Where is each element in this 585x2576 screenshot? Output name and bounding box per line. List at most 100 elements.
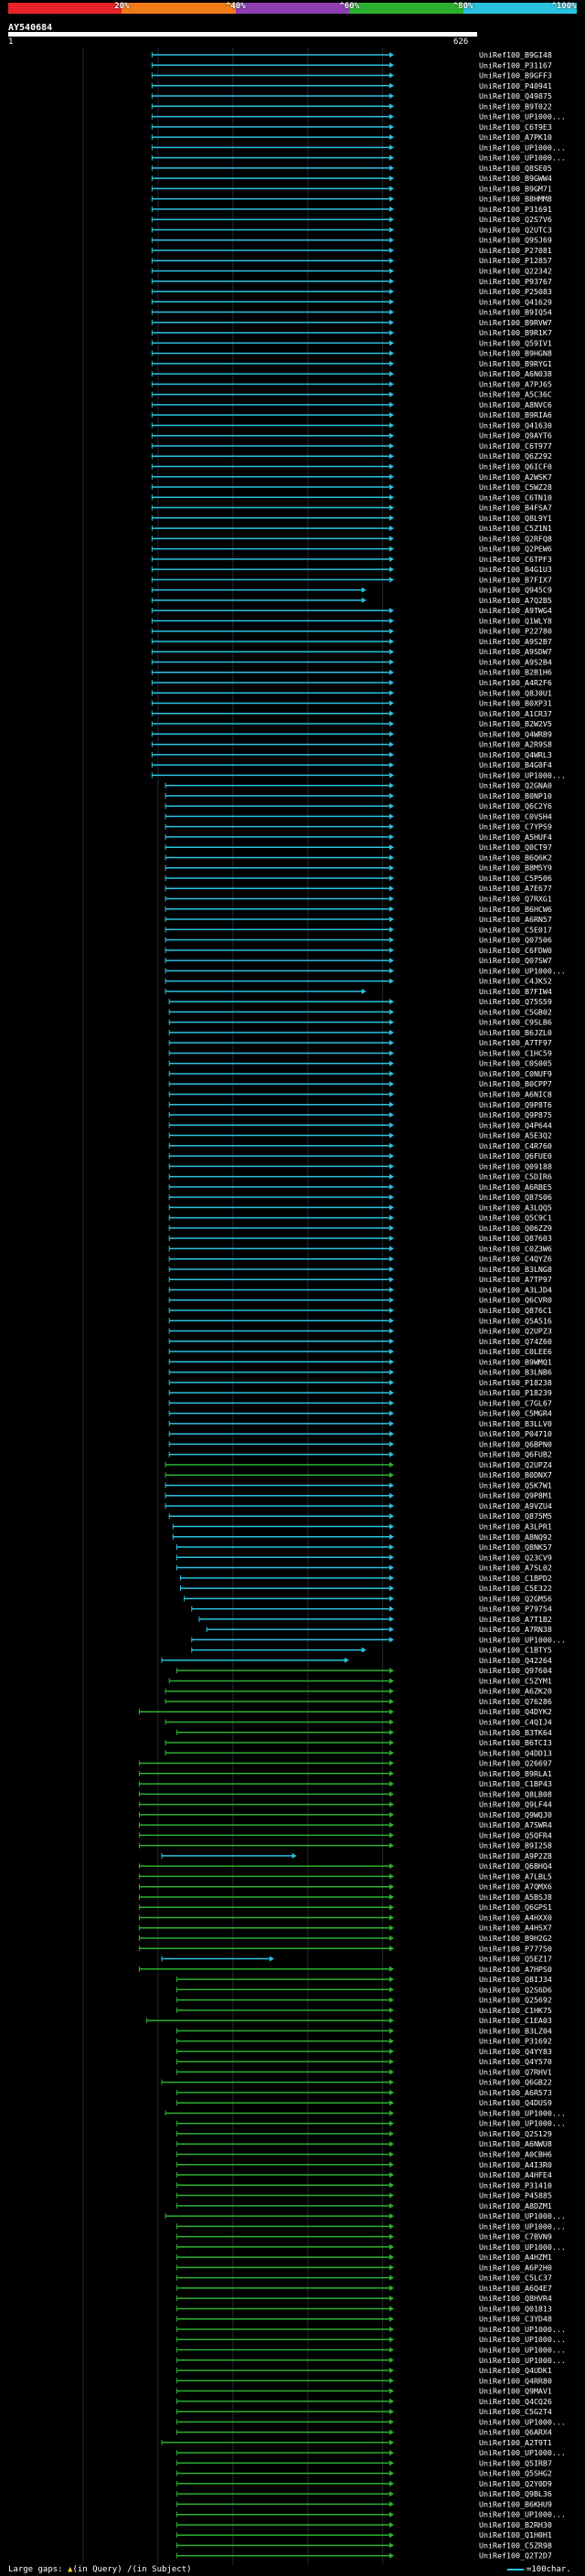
hit-row[interactable]: UniRef100_A7RN38: [206, 1625, 552, 1634]
hit-label[interactable]: UniRef100_P40941: [479, 81, 552, 90]
hit-label[interactable]: UniRef100_A3LPR1: [479, 1522, 552, 1532]
hit-label[interactable]: UniRef100_B0DNX7: [479, 1470, 552, 1479]
hit-label[interactable]: UniRef100_P31692: [479, 2037, 552, 2046]
hit-label[interactable]: UniRef100_A7SWR4: [479, 1820, 552, 1829]
hit-label[interactable]: UniRef100_Q9P875: [479, 1110, 552, 1119]
hit-label[interactable]: UniRef100_P93767: [479, 277, 552, 286]
hit-label[interactable]: UniRef100_C5G2T4: [479, 2407, 552, 2416]
hit-label[interactable]: UniRef100_C7YPS9: [479, 822, 552, 832]
hit-row[interactable]: UniRef100_Q2UTC3: [151, 225, 552, 234]
hit-row[interactable]: UniRef100_Q9WQJ0: [138, 1810, 552, 1819]
hit-row[interactable]: UniRef100_B9WMQ1: [168, 1357, 552, 1366]
hit-row[interactable]: UniRef100_A7PJ65: [151, 379, 552, 388]
hit-label[interactable]: UniRef100_UP1000...: [479, 2345, 566, 2354]
hit-label[interactable]: UniRef100_A4HFE4: [479, 2170, 552, 2179]
hit-row[interactable]: UniRef100_B9H2G2: [138, 1934, 552, 1943]
hit-row[interactable]: UniRef100_P93767: [151, 277, 552, 286]
hit-row[interactable]: UniRef100_B0CPP7: [168, 1079, 552, 1088]
hit-row[interactable]: UniRef100_Q8J0U1: [151, 688, 552, 697]
hit-row[interactable]: UniRef100_C6TPF3: [151, 555, 552, 564]
hit-row[interactable]: UniRef100_B7FIX7: [151, 575, 552, 584]
hit-row[interactable]: UniRef100_A4HSX7: [138, 1924, 552, 1933]
hit-row[interactable]: UniRef100_Q2RFQ8: [151, 534, 552, 543]
hit-row[interactable]: UniRef100_Q9P875: [168, 1110, 552, 1119]
hit-row[interactable]: UniRef100_UP1000...: [176, 2221, 566, 2231]
hit-row[interactable]: UniRef100_Q41630: [151, 420, 552, 429]
hit-row[interactable]: UniRef100_C5GB02: [168, 1007, 552, 1016]
hit-row[interactable]: UniRef100_A7PK10: [151, 133, 552, 142]
hit-label[interactable]: UniRef100_Q4Y570: [479, 2057, 552, 2066]
hit-row[interactable]: UniRef100_C5Z1N1: [151, 524, 552, 533]
hit-label[interactable]: UniRef100_Q2RFQ8: [479, 534, 552, 543]
hit-row[interactable]: UniRef100_P18238: [168, 1378, 552, 1387]
hit-label[interactable]: UniRef100_P31167: [479, 60, 552, 69]
hit-label[interactable]: UniRef100_Q9LF44: [479, 1800, 552, 1809]
hit-label[interactable]: UniRef100_A4HZM1: [479, 2253, 552, 2262]
hit-label[interactable]: UniRef100_A2R9S8: [479, 740, 552, 749]
hit-row[interactable]: UniRef100_C9SLB6: [168, 1018, 552, 1027]
hit-label[interactable]: UniRef100_Q76286: [479, 1697, 552, 1706]
hit-row[interactable]: UniRef100_P12857: [151, 256, 552, 265]
hit-row[interactable]: UniRef100_B3LLV0: [168, 1419, 552, 1428]
hit-row[interactable]: UniRef100_Q5EZ17: [161, 1955, 552, 1964]
hit-row[interactable]: UniRef100_A9VZU4: [165, 1501, 552, 1511]
hit-row[interactable]: UniRef100_Q2S7V6: [151, 215, 552, 224]
hit-label[interactable]: UniRef100_C5GB02: [479, 1007, 552, 1016]
hit-row[interactable]: UniRef100_A4R2F6: [151, 678, 552, 687]
hit-row[interactable]: UniRef100_A9TWG4: [151, 606, 552, 615]
hit-row[interactable]: UniRef100_UP1000...: [176, 2335, 566, 2344]
hit-label[interactable]: UniRef100_Q2UPZ3: [479, 1327, 552, 1336]
hit-row[interactable]: UniRef100_Q1WLY8: [151, 616, 552, 625]
hit-label[interactable]: UniRef100_Q5IRB7: [479, 2458, 552, 2467]
hit-row[interactable]: UniRef100_Q2GM56: [184, 1594, 552, 1603]
hit-row[interactable]: UniRef100_UP1000...: [176, 2119, 566, 2128]
hit-label[interactable]: UniRef100_C1BTY5: [479, 1646, 552, 1655]
hit-row[interactable]: UniRef100_Q6ICF0: [151, 461, 552, 471]
hit-label[interactable]: UniRef100_UP1000...: [479, 112, 566, 122]
hit-row[interactable]: UniRef100_Q6GPS1: [138, 1903, 552, 1912]
hit-label[interactable]: UniRef100_B4FSA7: [479, 504, 552, 513]
hit-row[interactable]: UniRef100_Q876C1: [168, 1306, 552, 1315]
hit-label[interactable]: UniRef100_A7Q2B5: [479, 596, 552, 605]
hit-label[interactable]: UniRef100_UP1000...: [479, 2242, 566, 2252]
hit-label[interactable]: UniRef100_Q7RXG1: [479, 895, 552, 904]
hit-label[interactable]: UniRef100_A0CBH6: [479, 2150, 552, 2159]
hit-label[interactable]: UniRef100_C4JK52: [479, 977, 552, 986]
hit-row[interactable]: UniRef100_UP1000...: [165, 966, 566, 975]
hit-label[interactable]: UniRef100_C5WZ28: [479, 482, 552, 492]
hit-label[interactable]: UniRef100_A5HUF4: [479, 832, 552, 842]
hit-row[interactable]: UniRef100_B4FSA7: [151, 504, 552, 513]
hit-row[interactable]: UniRef100_Q8SE05: [151, 164, 552, 173]
hit-row[interactable]: UniRef100_P79754: [191, 1605, 552, 1614]
hit-row[interactable]: UniRef100_A2T9T1: [161, 2438, 552, 2447]
hit-label[interactable]: UniRef100_UP1000...: [479, 1635, 566, 1644]
hit-label[interactable]: UniRef100_Q8SE05: [479, 164, 552, 173]
hit-label[interactable]: UniRef100_C1EA03: [479, 2016, 552, 2025]
hit-row[interactable]: UniRef100_B9GI48: [151, 50, 552, 59]
hit-label[interactable]: UniRef100_B9H2G2: [479, 1934, 552, 1943]
hit-label[interactable]: UniRef100_A6RN57: [479, 915, 552, 924]
hit-label[interactable]: UniRef100_Q87S06: [479, 1193, 552, 1202]
hit-label[interactable]: UniRef100_C0S005: [479, 1059, 552, 1068]
hit-label[interactable]: UniRef100_Q875M5: [479, 1511, 552, 1521]
hit-label[interactable]: UniRef100_B6KHU9: [479, 2499, 552, 2508]
hit-label[interactable]: UniRef100_UP1000...: [479, 2448, 566, 2457]
hit-row[interactable]: UniRef100_Q9LF44: [138, 1800, 552, 1809]
hit-row[interactable]: UniRef100_Q2PEW6: [151, 545, 552, 554]
hit-row[interactable]: UniRef100_Q41629: [151, 297, 552, 306]
hit-row[interactable]: UniRef100_UP1000...: [151, 112, 566, 122]
hit-label[interactable]: UniRef100_Q06ZZ9: [479, 1224, 552, 1233]
hit-label[interactable]: UniRef100_C1HK75: [479, 2006, 552, 2015]
hit-label[interactable]: UniRef100_Q6FUB2: [479, 1450, 552, 1459]
hit-label[interactable]: UniRef100_Q22342: [479, 267, 552, 276]
hit-row[interactable]: UniRef100_C1HC59: [168, 1048, 552, 1057]
hit-label[interactable]: UniRef100_C5E322: [479, 1584, 552, 1593]
hit-label[interactable]: UniRef100_Q9MAV1: [479, 2387, 552, 2396]
hit-label[interactable]: UniRef100_Q8NK57: [479, 1542, 552, 1552]
hit-row[interactable]: UniRef100_A7T1B2: [198, 1615, 552, 1624]
hit-label[interactable]: UniRef100_A9VZU4: [479, 1501, 552, 1511]
hit-row[interactable]: UniRef100_Q6FUB2: [168, 1450, 552, 1459]
hit-row[interactable]: UniRef100_A4HXX0: [138, 1913, 552, 1922]
hit-label[interactable]: UniRef100_Q4WRB9: [479, 729, 552, 738]
hit-label[interactable]: UniRef100_A6ZK20: [479, 1687, 552, 1696]
